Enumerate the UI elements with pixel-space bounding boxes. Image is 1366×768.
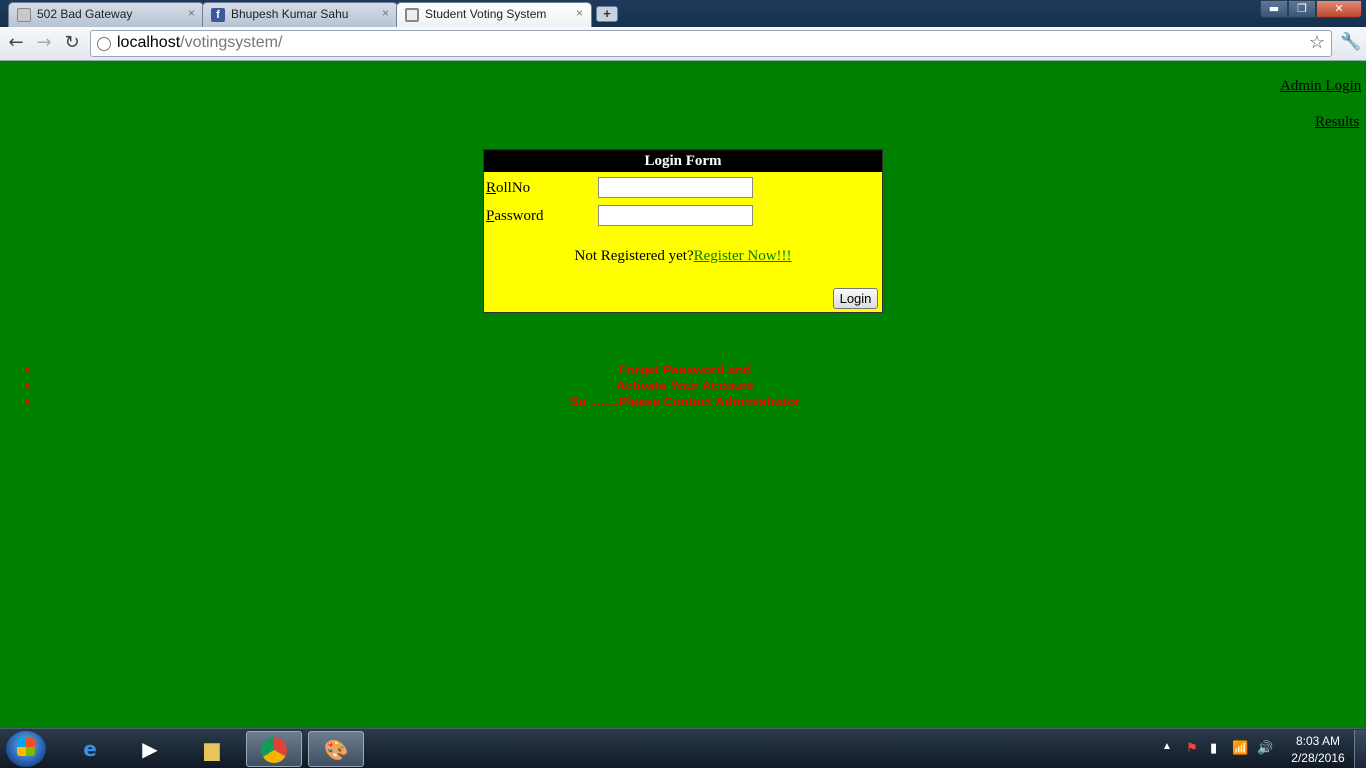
forward-arrow-icon[interactable]: → [32,31,56,55]
volume-icon[interactable]: 🔊 [1257,740,1273,756]
page-favicon-icon [17,8,31,22]
globe-icon [97,37,111,51]
wrench-menu-icon[interactable]: 🔧 [1340,32,1361,52]
login-button[interactable]: Login [833,288,878,309]
windows-logo-icon [17,738,35,756]
bookmark-star-icon[interactable]: ☆ [1309,32,1325,53]
facebook-favicon-icon: f [211,8,225,22]
notice-item: So ........Please Contact Administrator [40,394,1366,410]
notice-item: Forget Password and [40,362,1366,378]
notice-list: Forget Password and Activate Your Accoun… [40,362,1366,410]
power-icon[interactable]: ▮ [1210,740,1217,756]
tab-bhupesh-kumar-sahu[interactable]: f Bhupesh Kumar Sahu × [202,2,398,27]
reload-icon[interactable]: ↻ [60,31,84,55]
maximize-button[interactable]: ❐ [1288,0,1316,18]
register-prompt: Not Registered yet?Register Now!!! [484,248,882,265]
action-center-flag-icon[interactable]: ⚑ [1186,740,1198,756]
globe-favicon-icon [405,8,419,22]
notice-item: Activate Your Account [40,378,1366,394]
register-now-link[interactable]: Register Now!!! [694,248,792,264]
close-window-button[interactable]: ✕ [1316,0,1362,18]
show-hidden-icons-icon[interactable]: ▲ [1162,741,1172,752]
tab-close-icon[interactable]: × [576,6,583,20]
paint-icon[interactable]: 🎨 [308,731,364,767]
internet-explorer-icon[interactable]: e [62,731,118,767]
login-form: Login Form RollNo Password Not Registere… [483,149,883,313]
password-label-rest: assword [494,208,544,224]
network-signal-icon[interactable]: 📶 [1232,740,1248,756]
tab-close-icon[interactable]: × [188,6,195,20]
login-form-title: Login Form [484,150,882,172]
media-player-icon[interactable]: ▶ [122,731,178,767]
rollno-input[interactable] [598,177,753,198]
not-registered-text: Not Registered yet? [574,248,694,264]
browser-toolbar: ← → ↻ localhost/votingsystem/ ☆ 🔧 [0,27,1366,61]
new-tab-button[interactable]: + [596,6,618,22]
tab-502-bad-gateway[interactable]: 502 Bad Gateway × [8,2,204,27]
clock-time[interactable]: 8:03 AM [1290,734,1346,748]
rollno-access-key: R [486,180,497,196]
tab-student-voting-system[interactable]: Student Voting System × [396,2,592,27]
tab-close-icon[interactable]: × [382,6,389,20]
tab-label: Bhupesh Kumar Sahu [231,7,349,21]
taskbar: e ▶ ▆ 🎨 ▲ ⚑ ▮ 📶 🔊 8:03 AM 2/28/2016 [0,728,1366,768]
url-path: /votingsystem/ [180,34,283,51]
minimize-button[interactable]: ▬ [1260,0,1288,18]
start-button[interactable] [6,731,46,767]
rollno-label-rest: ollNo [496,180,531,196]
back-arrow-icon[interactable]: ← [4,31,28,55]
browser-titlebar: 502 Bad Gateway × f Bhupesh Kumar Sahu ×… [0,0,1366,27]
address-bar[interactable]: localhost/votingsystem/ ☆ [90,30,1332,57]
tab-label: 502 Bad Gateway [37,7,133,21]
show-desktop-button[interactable] [1354,730,1366,768]
chrome-icon[interactable] [246,731,302,767]
url-text[interactable]: localhost/votingsystem/ [117,34,282,52]
admin-login-link[interactable]: Admin Login [1280,78,1361,95]
file-explorer-icon[interactable]: ▆ [184,731,240,767]
clock-date[interactable]: 2/28/2016 [1286,751,1350,765]
tab-label: Student Voting System [425,7,547,21]
password-label: Password [486,208,544,225]
results-link[interactable]: Results [1315,114,1359,131]
password-input[interactable] [598,205,753,226]
url-host: localhost [117,34,181,51]
rollno-label: RollNo [486,180,530,197]
